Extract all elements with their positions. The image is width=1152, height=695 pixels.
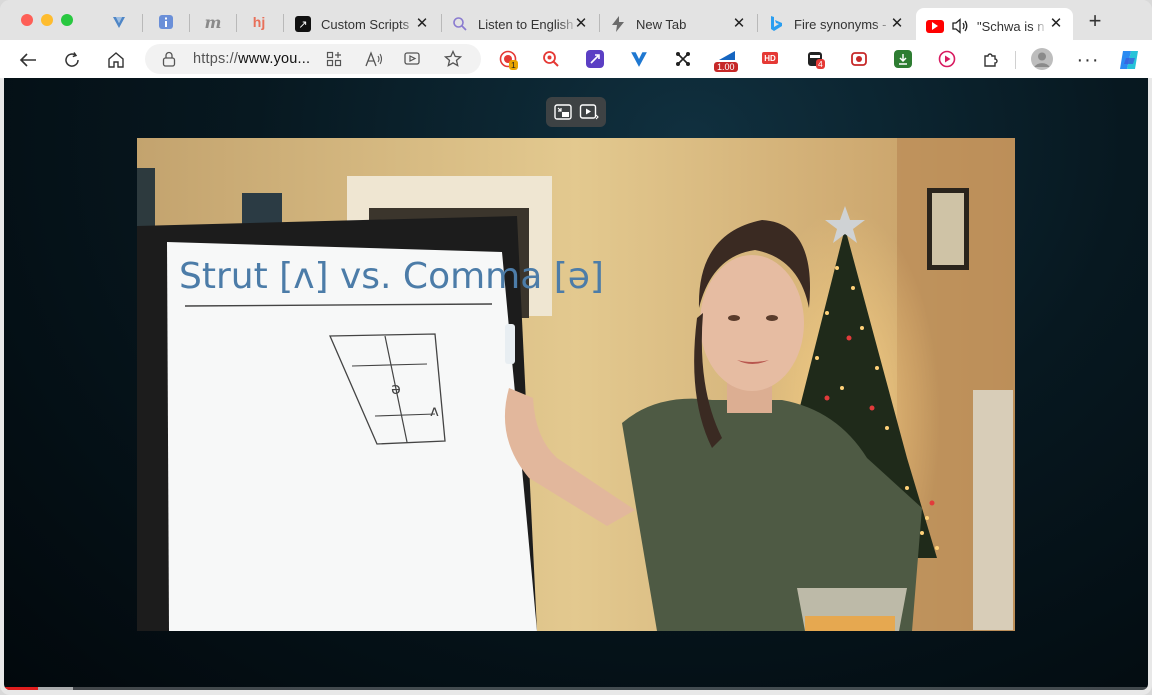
home-button[interactable] (103, 47, 129, 73)
url-host: www.you... (238, 51, 311, 67)
lightning-icon (610, 16, 626, 32)
pip-controls (546, 97, 606, 127)
pinned-tab-hj[interactable]: hj (247, 10, 271, 34)
tab-new-tab[interactable]: New Tab ✕ (600, 8, 756, 40)
wedge-symbol: ʌ (430, 402, 439, 420)
read-aloud-icon[interactable] (365, 50, 383, 68)
tab-separator (236, 14, 237, 32)
exit-pip-icon[interactable] (553, 102, 573, 122)
ext-video-red-icon[interactable] (850, 50, 868, 68)
close-tab-button[interactable]: ✕ (572, 15, 590, 33)
close-tab-button[interactable]: ✕ (888, 15, 906, 33)
video-scene: Strut [ʌ] vs. Comma [ə] ə ʌ (137, 138, 1015, 631)
browser-toolbar: https://www.you... 1 1.00 HD 4 ··· (0, 40, 1152, 78)
close-window-button[interactable] (21, 14, 33, 26)
played-bar (4, 687, 39, 690)
ext-record-icon[interactable]: 1 (499, 50, 518, 70)
tab-title: Listen to English (478, 16, 574, 32)
video-frame[interactable]: Strut [ʌ] vs. Comma [ə] ə ʌ (137, 138, 1015, 631)
pip-play-icon[interactable] (579, 102, 599, 122)
lock-icon[interactable] (162, 51, 176, 67)
tab-fire-synonyms[interactable]: Fire synonyms - ✕ (758, 8, 914, 40)
youtube-icon (926, 19, 944, 33)
ext-record-badge: 1 (509, 60, 518, 70)
bing-icon (768, 16, 784, 32)
hotjar-icon: hj (252, 14, 266, 30)
tab-title: Fire synonyms - (794, 16, 887, 32)
info-icon (159, 15, 173, 29)
profile-avatar[interactable] (1031, 48, 1053, 70)
board-title: Strut [ʌ] vs. Comma [ə] (179, 256, 604, 297)
tab-separator (283, 14, 284, 32)
vuetify-icon (113, 17, 125, 28)
m-icon: m (204, 12, 222, 32)
tab-title: New Tab (636, 16, 687, 32)
tab-youtube-schwa[interactable]: "Schwa is n ✕ (916, 8, 1073, 44)
browser-window: m hj ↗ Custom Scripts ✕ Listen to Englis… (0, 0, 1152, 695)
close-tab-button[interactable]: ✕ (413, 15, 431, 33)
reload-button[interactable] (59, 47, 85, 73)
pinned-tab-vuetify[interactable] (107, 10, 131, 34)
tab-separator (142, 14, 143, 32)
ext-nodes-icon[interactable] (674, 50, 692, 68)
arrow-up-right-icon: ↗ (295, 16, 311, 32)
back-arrow-icon (19, 53, 36, 67)
apps-icon[interactable] (325, 50, 343, 68)
zoom-window-button[interactable] (61, 14, 73, 26)
new-tab-button[interactable]: + (1084, 10, 1106, 33)
pinned-tab-info[interactable] (154, 10, 178, 34)
home-icon (108, 52, 124, 68)
copilot-icon[interactable] (1117, 48, 1141, 72)
ext-speed-badge: 1.00 (714, 62, 738, 72)
picture-in-picture-icon[interactable] (404, 50, 422, 68)
speaker-icon[interactable] (952, 18, 969, 34)
ext-play-icon[interactable] (938, 50, 956, 68)
url-text[interactable]: https://www.you... (193, 51, 310, 67)
extensions-puzzle-icon[interactable] (982, 50, 1000, 68)
address-bar[interactable]: https://www.you... (145, 44, 481, 74)
more-menu-icon[interactable]: ··· (1075, 47, 1101, 73)
tab-strip: m hj ↗ Custom Scripts ✕ Listen to Englis… (0, 0, 1152, 44)
tab-listen-to-english[interactable]: Listen to English ✕ (442, 8, 598, 40)
tab-custom-scripts[interactable]: ↗ Custom Scripts ✕ (285, 8, 439, 40)
search-icon (452, 16, 468, 32)
ext-hd-icon[interactable]: HD (762, 52, 778, 64)
toolbar-separator (1015, 51, 1016, 69)
ext-dark-badge: 4 (816, 59, 825, 69)
back-button[interactable] (15, 47, 41, 73)
tab-separator (189, 14, 190, 32)
tab-title: "Schwa is n (977, 18, 1045, 34)
ext-vuetify-icon[interactable] (630, 50, 648, 68)
favorite-star-icon[interactable] (444, 50, 462, 68)
schwa-symbol: ə (391, 379, 401, 398)
ext-purple-icon[interactable] (586, 50, 604, 68)
ext-download-icon[interactable] (894, 50, 912, 68)
reload-icon (65, 52, 79, 67)
pinned-tab-m[interactable]: m (201, 10, 225, 34)
close-tab-button[interactable]: ✕ (730, 15, 748, 33)
url-prefix: https:// (193, 51, 239, 67)
ext-speed-icon[interactable]: 1.00 (714, 50, 738, 72)
video-viewport: Strut [ʌ] vs. Comma [ə] ə ʌ (4, 78, 1148, 690)
video-progress-bar[interactable] (4, 687, 1148, 690)
close-tab-button[interactable]: ✕ (1047, 15, 1065, 33)
buffered-bar (38, 687, 73, 690)
tab-title: Custom Scripts (321, 16, 410, 32)
ext-search-red-icon[interactable] (542, 50, 560, 68)
minimize-window-button[interactable] (41, 14, 53, 26)
ext-dark-icon[interactable]: 4 (806, 50, 825, 69)
